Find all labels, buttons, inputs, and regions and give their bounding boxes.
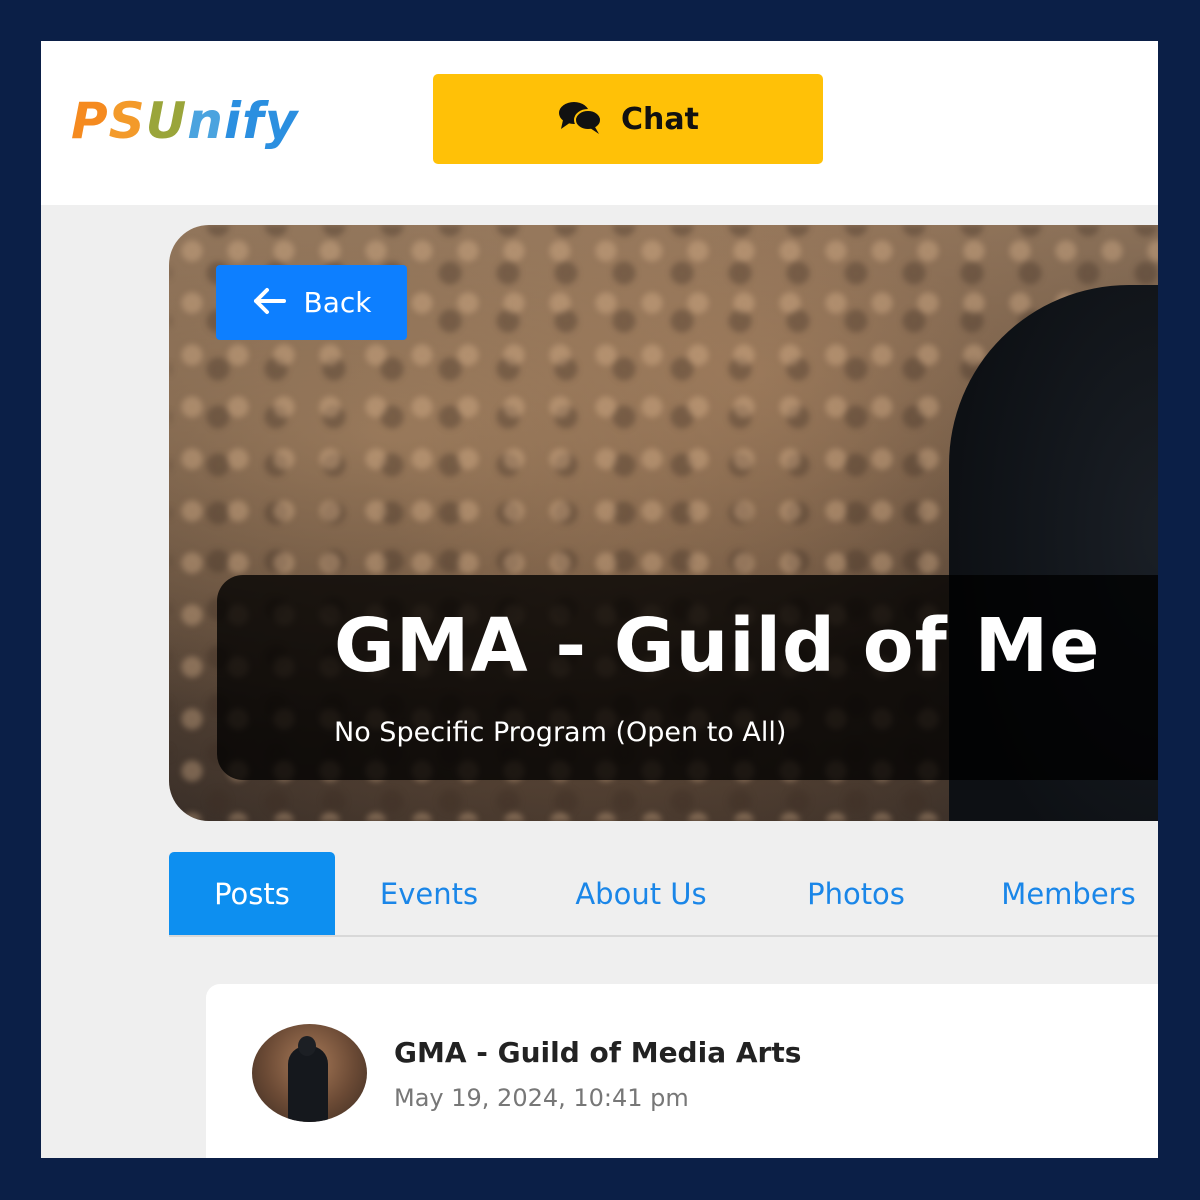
tab-posts[interactable]: Posts bbox=[169, 852, 335, 935]
tab-about-us[interactable]: About Us bbox=[549, 852, 733, 935]
app-frame: PSUnify Chat Back GMA - Guild of Me No S… bbox=[41, 41, 1158, 1158]
chat-bubbles-icon bbox=[557, 99, 603, 139]
logo-letter: n bbox=[187, 92, 224, 150]
logo-letter: S bbox=[108, 92, 146, 150]
tab-events[interactable]: Events bbox=[359, 852, 499, 935]
tab-members[interactable]: Members bbox=[979, 852, 1158, 935]
chat-button-label: Chat bbox=[621, 101, 699, 137]
post-card: GMA - Guild of Media Arts May 19, 2024, … bbox=[206, 984, 1158, 1158]
back-button[interactable]: Back bbox=[216, 265, 407, 340]
logo-letter: U bbox=[145, 92, 188, 150]
avatar[interactable] bbox=[252, 1024, 367, 1122]
top-navbar: PSUnify Chat bbox=[41, 41, 1158, 205]
logo-letter: ify bbox=[223, 92, 299, 150]
logo-letter: P bbox=[71, 92, 109, 150]
psunify-logo[interactable]: PSUnify bbox=[71, 91, 298, 151]
post-timestamp: May 19, 2024, 10:41 pm bbox=[394, 1084, 689, 1112]
chat-button[interactable]: Chat bbox=[433, 74, 823, 164]
post-author[interactable]: GMA - Guild of Media Arts bbox=[394, 1036, 801, 1069]
group-cover-banner: Back GMA - Guild of Me No Specific Progr… bbox=[169, 225, 1158, 821]
back-button-label: Back bbox=[303, 286, 372, 319]
avatar-head bbox=[298, 1036, 316, 1056]
group-tabs: Posts Events About Us Photos Members bbox=[169, 852, 1158, 937]
group-title: GMA - Guild of Me bbox=[334, 603, 1101, 689]
arrow-left-icon bbox=[252, 286, 288, 320]
tab-photos[interactable]: Photos bbox=[781, 852, 931, 935]
group-program: No Specific Program (Open to All) bbox=[334, 717, 787, 748]
group-title-overlay: GMA - Guild of Me No Specific Program (O… bbox=[217, 575, 1158, 780]
avatar-figure bbox=[288, 1046, 328, 1122]
